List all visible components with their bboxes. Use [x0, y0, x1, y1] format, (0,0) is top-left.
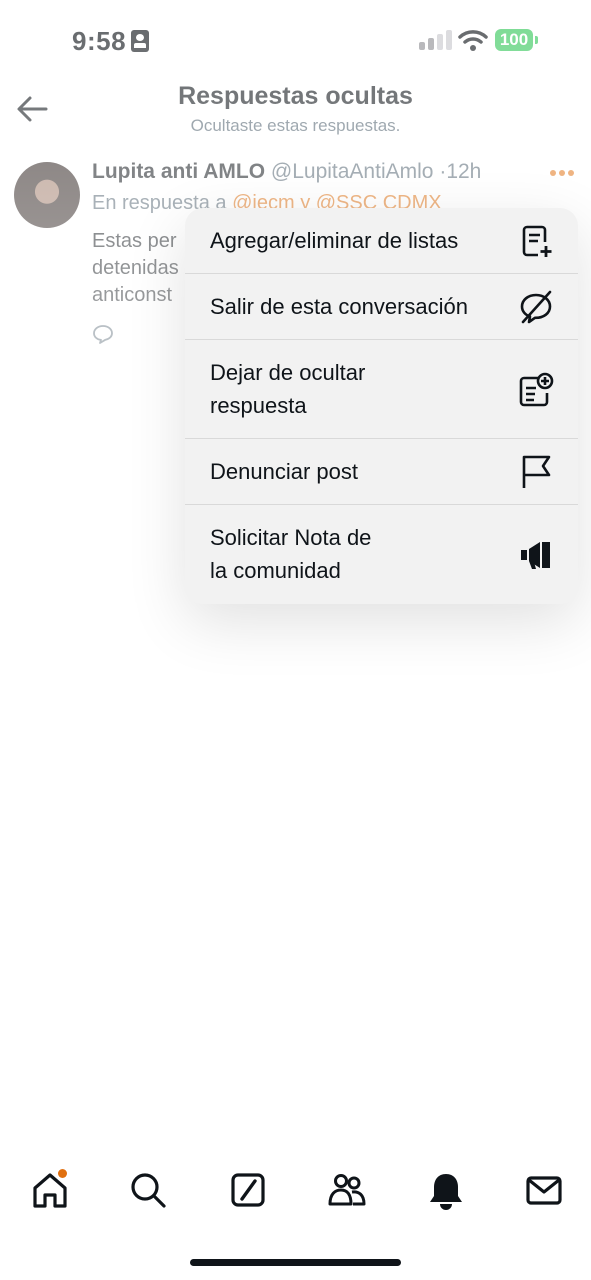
avatar[interactable] [14, 162, 80, 228]
battery-tip [535, 36, 538, 44]
cellular-signal-icon [419, 30, 453, 50]
flag-icon [522, 455, 551, 488]
unhide-reply-icon [519, 372, 554, 407]
notifications-icon[interactable] [426, 1170, 466, 1210]
communities-icon[interactable] [327, 1170, 367, 1210]
menu-item-label: Salir de esta conversación [210, 294, 469, 319]
menu-item-unhide-reply[interactable]: Dejar de ocultar respuesta [185, 340, 578, 439]
megaphone-icon [521, 542, 550, 569]
page-subtitle: Ocultaste estas respuestas. [190, 116, 401, 135]
messages-icon[interactable] [524, 1170, 564, 1210]
mute-conversation-icon [520, 290, 552, 324]
menu-item-add-remove-lists[interactable]: Agregar/eliminar de listas [185, 208, 578, 274]
more-options-icon[interactable] [548, 168, 576, 178]
reply-icon[interactable] [92, 324, 114, 344]
grok-icon[interactable] [228, 1170, 268, 1210]
menu-item-request-community-note[interactable]: Solicitar Nota de la comunidad [185, 505, 578, 604]
wifi-icon [458, 30, 488, 51]
page-header: Respuestas ocultas Ocultaste estas respu… [0, 80, 591, 140]
status-time: 9:58 [72, 26, 127, 56]
post-age: 12h [446, 160, 482, 183]
menu-item-label: Solicitar Nota de la comunidad [210, 525, 372, 583]
status-bar: 9:58 100 [0, 0, 591, 80]
home-indicator[interactable] [190, 1259, 401, 1266]
menu-item-label: Dejar de ocultar respuesta [210, 360, 366, 418]
post-options-menu: Agregar/eliminar de listas Salir de esta… [185, 208, 578, 604]
post-author-line: Lupita anti AMLO @LupitaAntiAmlo ·12h [92, 160, 481, 184]
menu-item-label: Denunciar post [210, 459, 358, 484]
search-icon[interactable] [128, 1170, 168, 1210]
home-notification-dot [58, 1169, 67, 1178]
bottom-tab-bar [0, 1160, 591, 1224]
battery-level: 100 [495, 29, 533, 51]
menu-item-report-post[interactable]: Denunciar post [185, 439, 578, 505]
author-handle[interactable]: @LupitaAntiAmlo [271, 160, 434, 183]
list-add-icon [522, 225, 552, 257]
page-title: Respuestas ocultas [178, 82, 413, 110]
menu-item-label: Agregar/eliminar de listas [210, 228, 459, 253]
menu-item-mute-conversation[interactable]: Salir de esta conversación [185, 274, 578, 340]
author-name[interactable]: Lupita anti AMLO [92, 160, 265, 183]
contact-card-icon [131, 30, 149, 52]
